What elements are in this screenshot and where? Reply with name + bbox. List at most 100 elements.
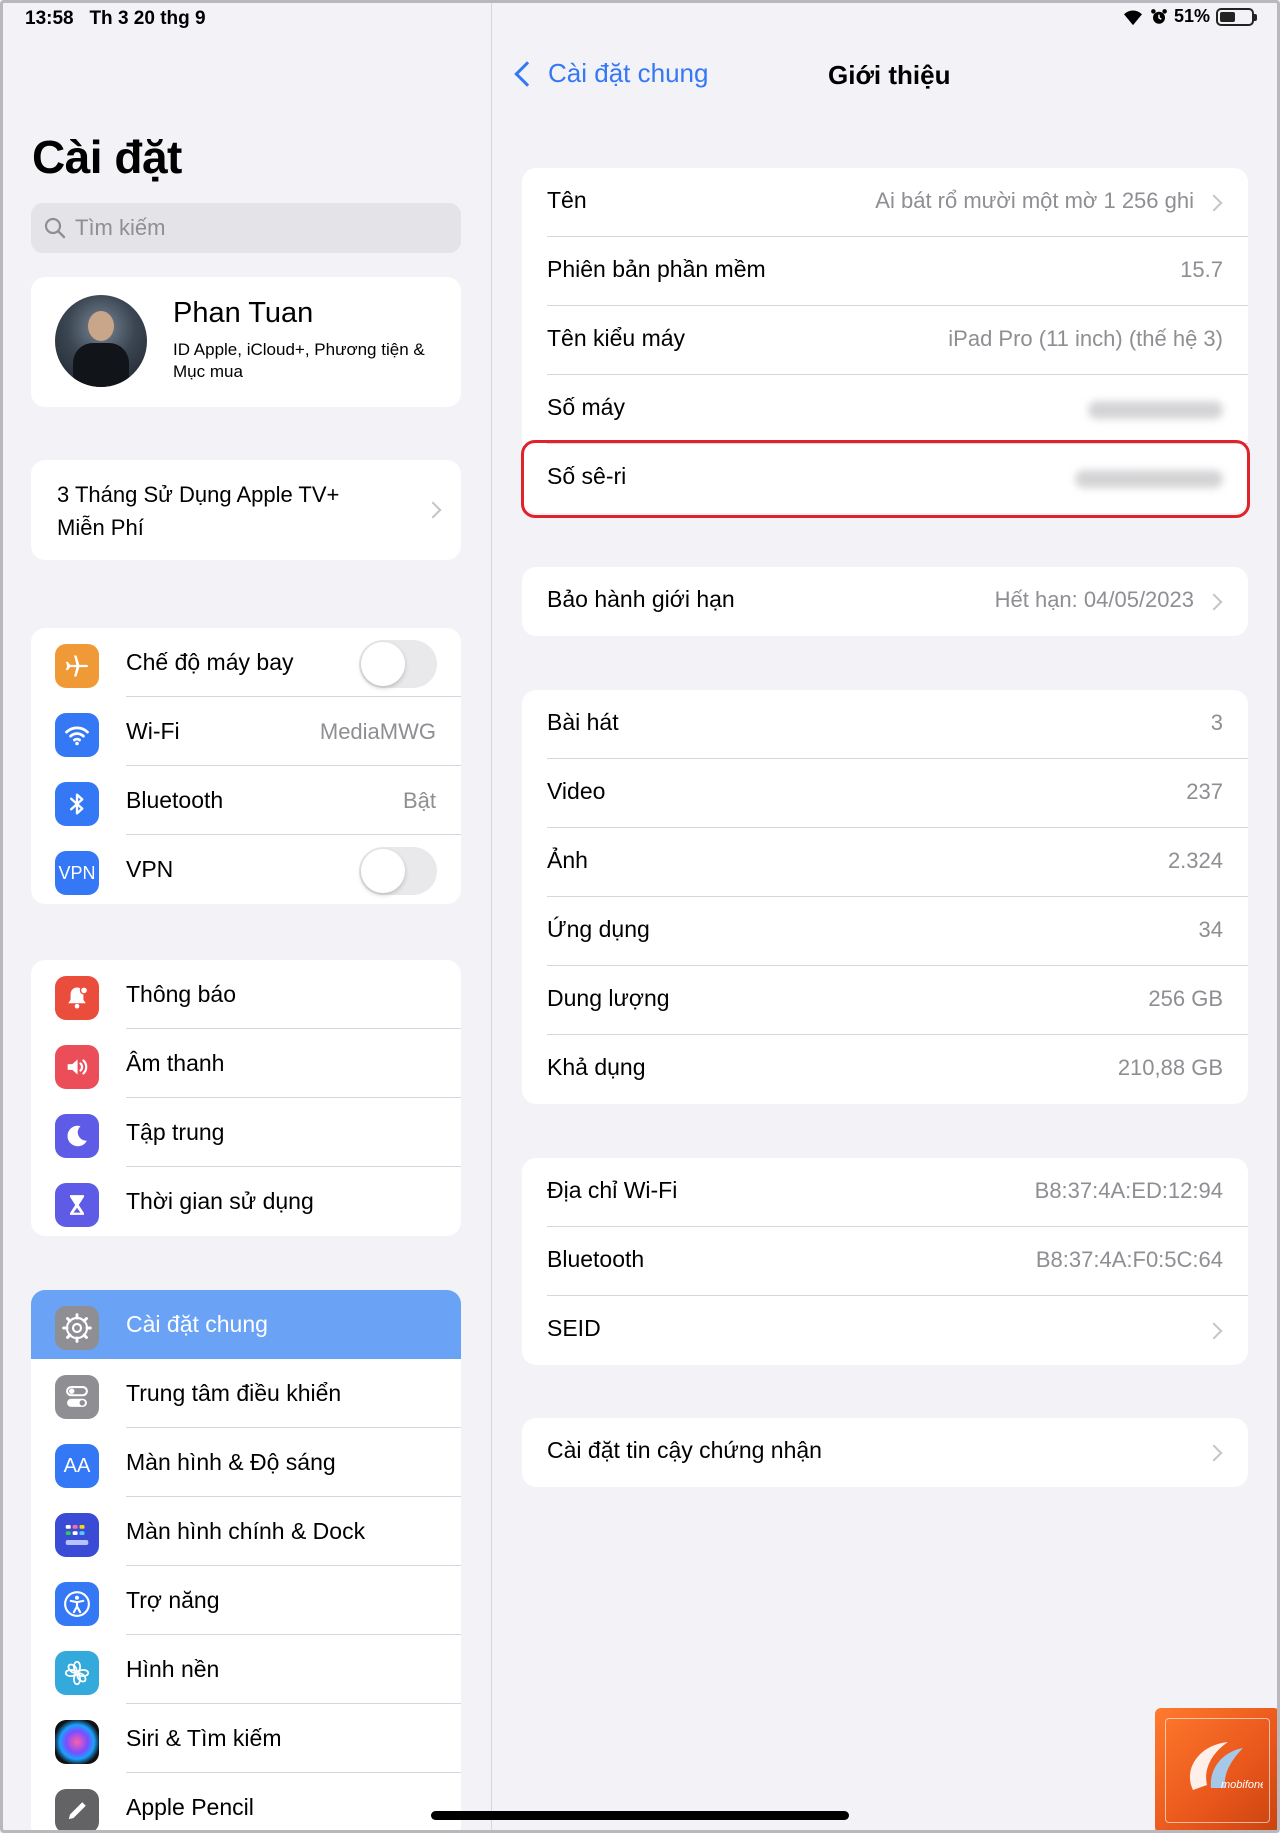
- sidebar-item-home-screen[interactable]: Màn hình chính & Dock: [31, 1497, 461, 1566]
- row-label: Phiên bản phần mềm: [547, 256, 766, 282]
- vpn-icon: VPN: [55, 851, 99, 895]
- bluetooth-address-row[interactable]: Bluetooth B8:37:4A:F0:5C:64: [522, 1227, 1248, 1296]
- sidebar-item-focus[interactable]: Tập trung: [31, 1098, 461, 1167]
- row-value: 34: [1198, 917, 1223, 942]
- wifi-network-value: MediaMWG: [319, 718, 436, 744]
- warranty-row[interactable]: Bảo hành giới hạn Hết hạn: 04/05/2023: [522, 567, 1248, 636]
- vpn-toggle[interactable]: [359, 847, 437, 895]
- home-screen-icon: [55, 1513, 99, 1557]
- sidebar-item-vpn[interactable]: VPN VPN: [31, 835, 461, 904]
- photos-row: Ảnh 2.324: [522, 828, 1248, 897]
- chevron-right-icon: [424, 501, 442, 519]
- model-number-row[interactable]: Số máy: [522, 375, 1248, 444]
- row-label: Ứng dụng: [547, 916, 650, 942]
- seid-row[interactable]: SEID: [522, 1296, 1248, 1365]
- row-value: 256 GB: [1148, 986, 1223, 1011]
- home-indicator[interactable]: [431, 1811, 849, 1820]
- profile-subtitle: ID Apple, iCloud+, Phương tiện & Mục mua: [173, 340, 425, 381]
- sidebar-item-label: Hình nền: [126, 1656, 220, 1682]
- sidebar-item-siri[interactable]: Siri & Tìm kiếm: [31, 1704, 461, 1773]
- search-field[interactable]: Tìm kiếm: [31, 203, 461, 253]
- sidebar-item-label: Trung tâm điều khiển: [126, 1380, 342, 1406]
- back-button[interactable]: Cài đặt chung: [512, 58, 708, 89]
- row-label: Tên kiểu máy: [547, 325, 686, 351]
- sidebar-item-label: Tập trung: [126, 1119, 225, 1145]
- back-button-label: Cài đặt chung: [548, 58, 709, 88]
- serial-number-highlight: [521, 440, 1250, 518]
- row-label: Bài hát: [547, 709, 619, 735]
- hourglass-icon: [55, 1183, 99, 1227]
- gear-icon: [55, 1306, 99, 1350]
- sidebar-item-label: Chế độ máy bay: [126, 649, 294, 675]
- model-name-value: iPad Pro (11 inch) (thế hệ 3): [948, 326, 1223, 351]
- chevron-left-icon: [514, 60, 540, 87]
- airplane-mode-toggle[interactable]: [359, 640, 437, 688]
- siri-icon: [55, 1720, 99, 1764]
- sidebar-item-airplane-mode[interactable]: Chế độ máy bay: [31, 628, 461, 697]
- sidebar-item-label: Cài đặt chung: [126, 1311, 268, 1337]
- wallpaper-icon: [55, 1651, 99, 1695]
- sidebar-item-label: Wi-Fi: [126, 718, 180, 744]
- sidebar-item-wallpaper[interactable]: Hình nền: [31, 1635, 461, 1704]
- sidebar-item-label: Bluetooth: [126, 787, 224, 813]
- model-name-row: Tên kiểu máy iPad Pro (11 inch) (thế hệ …: [522, 306, 1248, 375]
- row-label: Video: [547, 778, 606, 804]
- chevron-right-icon: [1205, 1322, 1223, 1340]
- row-label: Khả dụng: [547, 1054, 646, 1080]
- sidebar-item-wifi[interactable]: Wi-Fi MediaMWG: [31, 697, 461, 766]
- videos-row: Video 237: [522, 759, 1248, 828]
- sidebar-item-notifications[interactable]: Thông báo: [31, 960, 461, 1029]
- sidebar-item-apple-pencil[interactable]: Apple Pencil: [31, 1773, 461, 1833]
- wifi-icon: [55, 713, 99, 757]
- settings-sidebar: Cài đặt Tìm kiếm Phan Tuan ID Apple, iCl…: [3, 0, 492, 1833]
- warranty-value: Hết hạn: 04/05/2023: [994, 587, 1194, 612]
- certificate-trust-section: Cài đặt tin cậy chứng nhận: [522, 1418, 1248, 1487]
- sidebar-item-general[interactable]: Cài đặt chung: [31, 1290, 461, 1359]
- sidebar-item-screen-time[interactable]: Thời gian sử dụng: [31, 1167, 461, 1236]
- promo-text: 3 Tháng Sử Dụng Apple TV+ Miễn Phí: [57, 482, 340, 540]
- avatar: [55, 295, 147, 387]
- row-value: 210,88 GB: [1117, 1055, 1223, 1080]
- row-label: SEID: [547, 1315, 601, 1341]
- sidebar-title: Cài đặt: [32, 131, 182, 183]
- bluetooth-address-value: B8:37:4A:F0:5C:64: [1035, 1247, 1223, 1272]
- apps-row: Ứng dụng 34: [522, 897, 1248, 966]
- page-title: Giới thiệu: [828, 60, 951, 90]
- certificate-trust-row[interactable]: Cài đặt tin cậy chứng nhận: [522, 1418, 1248, 1487]
- warranty-section: Bảo hành giới hạn Hết hạn: 04/05/2023: [522, 567, 1248, 636]
- sidebar-item-accessibility[interactable]: Trợ năng: [31, 1566, 461, 1635]
- sidebar-item-label: Trợ năng: [126, 1587, 220, 1613]
- sidebar-item-control-center[interactable]: Trung tâm điều khiển: [31, 1359, 461, 1428]
- row-label: Bluetooth: [547, 1246, 645, 1272]
- sidebar-item-label: Màn hình chính & Dock: [126, 1518, 366, 1544]
- apple-tv-promo[interactable]: 3 Tháng Sử Dụng Apple TV+ Miễn Phí: [31, 460, 461, 560]
- row-label: Địa chỉ Wi-Fi: [547, 1177, 678, 1203]
- moon-icon: [55, 1114, 99, 1158]
- row-label: Dung lượng: [547, 985, 670, 1011]
- row-label: Ảnh: [547, 847, 588, 873]
- wifi-address-value: B8:37:4A:ED:12:94: [1034, 1178, 1223, 1203]
- airplane-icon: [55, 644, 99, 688]
- sidebar-item-bluetooth[interactable]: Bluetooth Bật: [31, 766, 461, 835]
- row-value: 3: [1210, 710, 1223, 735]
- sidebar-item-label: Màn hình & Độ sáng: [126, 1449, 336, 1475]
- wifi-address-row[interactable]: Địa chỉ Wi-Fi B8:37:4A:ED:12:94: [522, 1158, 1248, 1227]
- connectivity-group: Chế độ máy bay Wi-Fi MediaMWG Bluetooth …: [31, 628, 461, 904]
- sidebar-item-sounds[interactable]: Âm thanh: [31, 1029, 461, 1098]
- sidebar-item-label: Âm thanh: [126, 1050, 225, 1076]
- chevron-right-icon: [1205, 194, 1223, 212]
- profile-name: Phan Tuan: [173, 297, 314, 329]
- about-detail-pane: Cài đặt chung Giới thiệu Tên Ai bát rổ m…: [492, 0, 1280, 1833]
- control-center-icon: [55, 1375, 99, 1419]
- bluetooth-icon: [55, 782, 99, 826]
- apple-id-profile[interactable]: Phan Tuan ID Apple, iCloud+, Phương tiện…: [31, 277, 461, 407]
- sidebar-item-display[interactable]: AA Màn hình & Độ sáng: [31, 1428, 461, 1497]
- name-row[interactable]: Tên Ai bát rổ mười một mờ 1 256 ghi: [522, 168, 1248, 237]
- sidebar-item-label: VPN: [126, 856, 174, 882]
- capacity-row: Dung lượng 256 GB: [522, 966, 1248, 1035]
- display-icon: AA: [55, 1444, 99, 1488]
- mobifone-watermark-logo: mobifone9: [1155, 1708, 1280, 1833]
- chevron-right-icon: [1205, 593, 1223, 611]
- row-value: 237: [1186, 779, 1223, 804]
- general-group: Cài đặt chung Trung tâm điều khiển AA Mà…: [31, 1290, 461, 1833]
